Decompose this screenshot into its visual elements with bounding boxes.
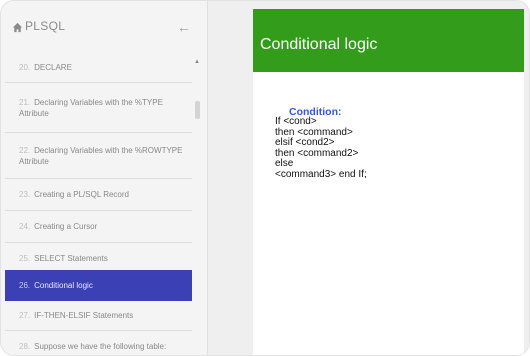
- sidebar-item-label: Creating a PL/SQL Record: [34, 190, 129, 199]
- sidebar-item-cursor[interactable]: 24. Creating a Cursor: [5, 211, 192, 243]
- home-icon: [12, 22, 23, 33]
- sidebar-item-plsql-record[interactable]: 23. Creating a PL/SQL Record: [5, 179, 192, 211]
- item-number: 25.: [19, 254, 31, 263]
- item-number: 21.: [19, 97, 31, 107]
- slide-header: Conditional logic: [253, 9, 524, 72]
- sidebar-item-label: SELECT Statements: [34, 254, 108, 263]
- sidebar-item-label: Creating a Cursor: [34, 222, 98, 231]
- item-number: 27.: [19, 311, 31, 320]
- sidebar-list: 20. DECLARE 21. Declaring Variables with …: [5, 53, 192, 355]
- sidebar-item-following-table[interactable]: 28. Suppose we have the following table:: [5, 331, 192, 355]
- item-number: 26.: [19, 281, 31, 290]
- arrow-left-icon[interactable]: ←: [177, 19, 191, 35]
- sidebar-item-declare[interactable]: 20. DECLARE: [5, 53, 192, 83]
- code-line: else: [275, 158, 294, 169]
- sidebar-title: PLSQL: [25, 19, 66, 33]
- sidebar-scrollbar[interactable]: ▲: [193, 53, 202, 353]
- sidebar-item-type-attribute[interactable]: 21. Declaring Variables with the %TYPE At…: [5, 83, 192, 133]
- item-number: 23.: [19, 190, 31, 199]
- slide-title: Conditional logic: [260, 36, 378, 53]
- scrollbar-thumb[interactable]: [195, 101, 200, 119]
- code-line: <command3> end If;: [275, 168, 367, 180]
- code-line: elsif <cond2>: [275, 137, 335, 148]
- sidebar: PLSQL ← 20. DECLARE 21. Declaring Variabl…: [1, 1, 208, 355]
- slide: Conditional logic Condition: If <cond> t…: [253, 9, 524, 355]
- sidebar-item-conditional-logic[interactable]: 26. Conditional logic: [5, 270, 192, 301]
- sidebar-item-label: Declaring Variables with the %ROWTYPE At…: [19, 145, 183, 166]
- item-number: 22.: [19, 145, 31, 155]
- main-content: Conditional logic Condition: If <cond> t…: [208, 1, 529, 355]
- code-block: If <cond> then <command> elsif <cond2> t…: [275, 116, 367, 180]
- sidebar-item-label: Conditional logic: [34, 281, 93, 290]
- chevron-up-icon[interactable]: ▲: [194, 59, 200, 65]
- sidebar-item-label: DECLARE: [34, 63, 72, 72]
- item-number: 20.: [19, 63, 31, 72]
- code-line: If <cond>: [275, 116, 317, 127]
- sidebar-header: PLSQL ←: [1, 1, 207, 49]
- sidebar-item-if-then-elsif[interactable]: 27. IF-THEN-ELSIF Statements: [5, 301, 192, 331]
- app-frame: PLSQL ← 20. DECLARE 21. Declaring Variabl…: [0, 0, 530, 356]
- sidebar-item-label: Suppose we have the following table:: [34, 341, 167, 351]
- sidebar-item-label: Declaring Variables with the %TYPE Attri…: [19, 97, 163, 118]
- sidebar-item-label: IF-THEN-ELSIF Statements: [34, 311, 134, 320]
- item-number: 24.: [19, 222, 31, 231]
- sidebar-item-rowtype-attribute[interactable]: 22. Declaring Variables with the %ROWTYPE…: [5, 133, 192, 179]
- item-number: 28.: [19, 341, 31, 351]
